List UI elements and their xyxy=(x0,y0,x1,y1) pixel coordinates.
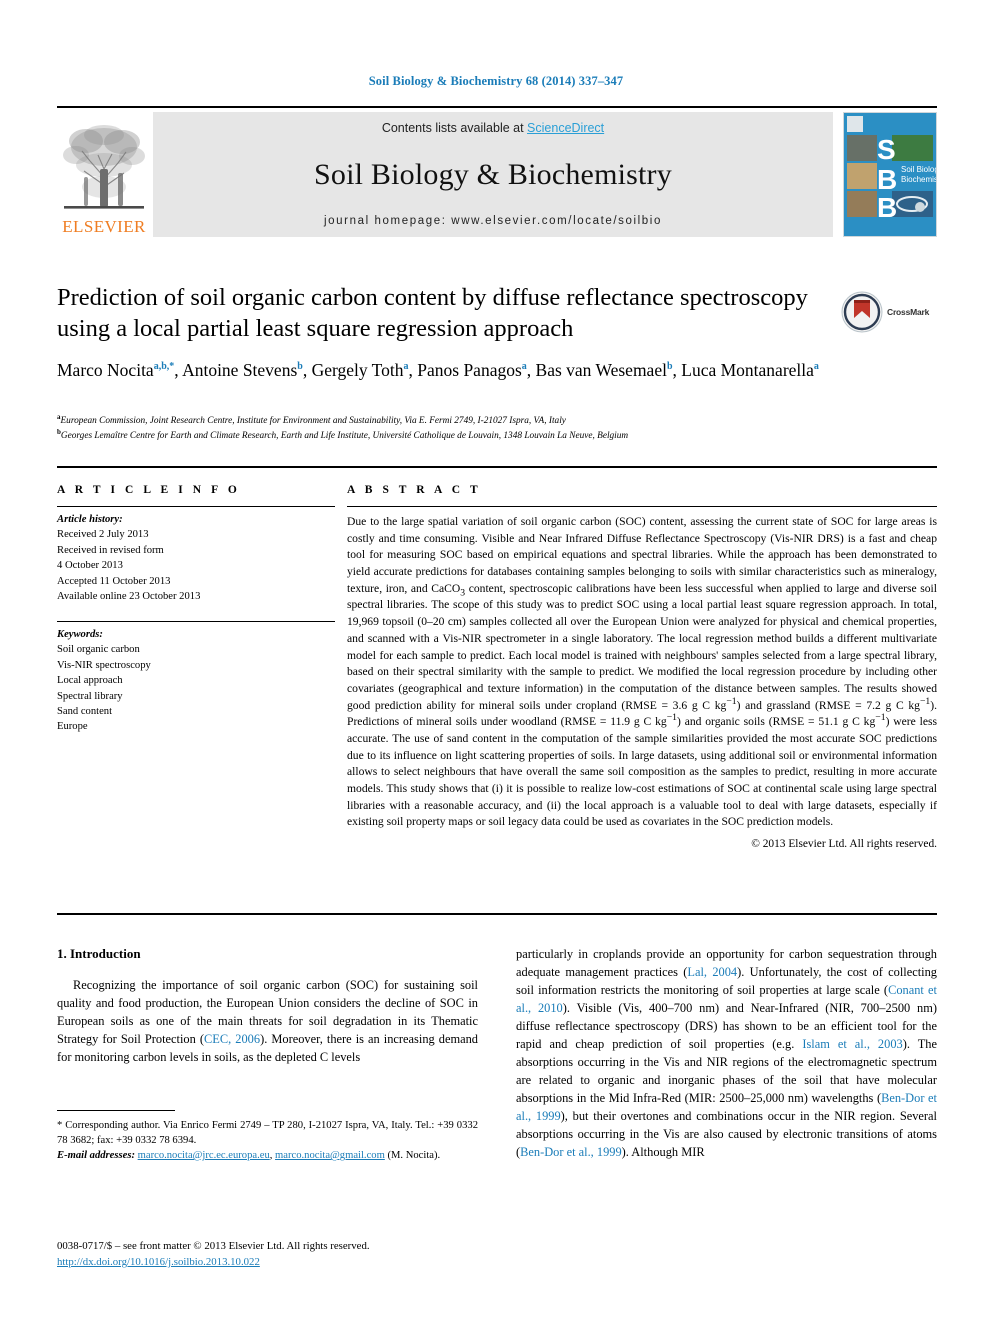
abstract-copyright: © 2013 Elsevier Ltd. All rights reserved… xyxy=(751,838,937,851)
section-heading-introduction: 1. Introduction xyxy=(57,946,141,961)
footnote-block: * Corresponding author. Via Enrico Fermi… xyxy=(57,1110,478,1163)
author-name: Bas van Wesemael xyxy=(535,360,667,380)
article-info-heading: A R T I C L E I N F O xyxy=(57,484,241,496)
author-entry: Gergely Totha, xyxy=(312,360,418,380)
author-entry: Antoine Stevensb, xyxy=(182,360,312,380)
affiliation-text: European Commission, Joint Research Cent… xyxy=(60,416,566,426)
author-list: Marco Nocitaa,b,*, Antoine Stevensb, Ger… xyxy=(57,358,937,383)
intro-text-part: ). Although MIR xyxy=(621,1144,705,1159)
elsevier-logo: ELSEVIER xyxy=(57,112,151,237)
journal-cover-image: S B B Soil Biology & Biochemistry xyxy=(844,113,936,236)
divider xyxy=(57,913,937,915)
keyword-item[interactable]: Spectral library xyxy=(57,689,335,704)
author-affiliation-mark[interactable]: a,b,* xyxy=(154,361,175,372)
author-entry: Marco Nocitaa,b,*, xyxy=(57,360,182,380)
journal-article-page: Soil Biology & Biochemistry 68 (2014) 33… xyxy=(0,0,992,1323)
keyword-item[interactable]: Local approach xyxy=(57,673,335,688)
citation-link[interactable]: CEC, 2006 xyxy=(204,1032,260,1046)
author-name: Panos Panagos xyxy=(417,360,522,380)
issn-copyright-line: 0038-0717/$ – see front matter © 2013 El… xyxy=(57,1240,370,1252)
abstract-text: Due to the large spatial variation of so… xyxy=(347,515,938,829)
keyword-item[interactable]: Europe xyxy=(57,719,335,734)
author-separator: , xyxy=(302,360,312,380)
body-column-right: particularly in croplands provide an opp… xyxy=(516,946,937,1162)
author-entry: Panos Panagosa, xyxy=(417,360,535,380)
journal-cover-thumbnail[interactable]: S B B Soil Biology & Biochemistry xyxy=(843,112,937,237)
crossmark-badge[interactable]: CrossMark xyxy=(841,290,937,334)
svg-text:B: B xyxy=(877,192,897,223)
author-name: Marco Nocita xyxy=(57,360,154,380)
keyword-item[interactable]: Vis-NIR spectroscopy xyxy=(57,658,335,673)
sciencedirect-link[interactable]: ScienceDirect xyxy=(527,121,604,135)
page-title: Prediction of soil organic carbon conten… xyxy=(57,284,808,342)
running-head: Soil Biology & Biochemistry 68 (2014) 33… xyxy=(368,74,624,88)
crossmark-icon xyxy=(841,291,883,333)
journal-masthead: ELSEVIER Contents lists available at Sci… xyxy=(57,106,937,237)
footnote-divider xyxy=(57,1110,175,1111)
history-item: 4 October 2013 xyxy=(57,560,123,572)
author-entry: Bas van Wesemaelb, xyxy=(536,360,682,380)
contents-prefix-text: Contents lists available at xyxy=(381,121,528,135)
citation-link[interactable]: Ben-Dor et al., 1999 xyxy=(520,1145,622,1159)
author-separator: , xyxy=(672,360,682,380)
article-history-label: Article history: xyxy=(57,514,123,525)
journal-homepage-url[interactable]: journal homepage: www.elsevier.com/locat… xyxy=(324,215,662,227)
history-item: Accepted 11 October 2013 xyxy=(57,575,171,587)
imprint-block: 0038-0717/$ – see front matter © 2013 El… xyxy=(57,1238,557,1270)
history-item: Received in revised form xyxy=(57,544,164,556)
author-affiliation-mark[interactable]: a xyxy=(814,361,819,372)
author-separator: , xyxy=(408,360,418,380)
email-owner: (M. Nocita). xyxy=(384,1150,441,1162)
affiliation-text: Georges Lemaître Centre for Earth and Cl… xyxy=(60,431,629,442)
abstract-column: A B S T R A C T Due to the large spatial… xyxy=(347,484,937,850)
email-link-secondary[interactable]: marco.nocita@gmail.com xyxy=(275,1150,385,1161)
corresponding-author-note: * Corresponding author. Via Enrico Fermi… xyxy=(57,1120,478,1147)
author-entry: Luca Montanarellaa xyxy=(681,360,819,380)
author-separator: , xyxy=(526,360,536,380)
keywords-label: Keywords: xyxy=(57,628,103,640)
abstract-heading: A B S T R A C T xyxy=(347,484,482,496)
contents-lists-line: Contents lists available at ScienceDirec… xyxy=(382,121,604,135)
author-separator: , xyxy=(174,360,183,380)
keyword-item[interactable]: Soil organic carbon xyxy=(57,642,335,657)
svg-text:B: B xyxy=(877,164,897,195)
keyword-item[interactable]: Sand content xyxy=(57,704,335,719)
intro-paragraph-left: Recognizing the importance of soil organ… xyxy=(57,977,478,1067)
masthead-center-panel: Contents lists available at ScienceDirec… xyxy=(153,112,833,237)
svg-text:S: S xyxy=(877,134,896,165)
doi-link[interactable]: http://dx.doi.org/10.1016/j.soilbio.2013… xyxy=(57,1256,260,1268)
citation-link[interactable]: Lal, 2004 xyxy=(687,965,737,979)
info-abstract-panel: A R T I C L E I N F O Article history: R… xyxy=(57,466,937,850)
affiliation-list: aEuropean Commission, Joint Research Cen… xyxy=(57,413,937,444)
title-block: Prediction of soil organic carbon conten… xyxy=(57,283,937,345)
crossmark-label: CrossMark xyxy=(887,307,930,317)
journal-title: Soil Biology & Biochemistry xyxy=(314,158,672,191)
email-label: E-mail addresses: xyxy=(57,1150,135,1162)
svg-text:Biochemistry: Biochemistry xyxy=(901,175,936,184)
history-item: Available online 23 October 2013 xyxy=(57,591,201,603)
author-name: Antoine Stevens xyxy=(182,360,298,380)
svg-text:Soil Biology &: Soil Biology & xyxy=(901,165,936,174)
article-info-column: A R T I C L E I N F O Article history: R… xyxy=(57,484,347,850)
affiliation-item: bGeorges Lemaître Centre for Earth and C… xyxy=(57,428,937,444)
citation-link[interactable]: Islam et al., 2003 xyxy=(802,1037,902,1051)
intro-paragraph-right: particularly in croplands provide an opp… xyxy=(516,946,937,1162)
elsevier-wordmark: ELSEVIER xyxy=(62,217,146,236)
article-history-block: Article history: Received 2 July 2013 Re… xyxy=(57,507,335,605)
email-link-primary[interactable]: marco.nocita@jrc.ec.europa.eu xyxy=(138,1150,270,1161)
affiliation-item: aEuropean Commission, Joint Research Cen… xyxy=(57,413,937,429)
keywords-block: Keywords: Soil organic carbon Vis-NIR sp… xyxy=(57,622,335,735)
history-item: Received 2 July 2013 xyxy=(57,529,149,541)
elsevier-tree-icon xyxy=(63,125,145,209)
author-name: Luca Montanarella xyxy=(681,360,814,380)
email-addresses-note: E-mail addresses: marco.nocita@jrc.ec.eu… xyxy=(57,1148,478,1163)
author-name: Gergely Toth xyxy=(311,360,404,380)
